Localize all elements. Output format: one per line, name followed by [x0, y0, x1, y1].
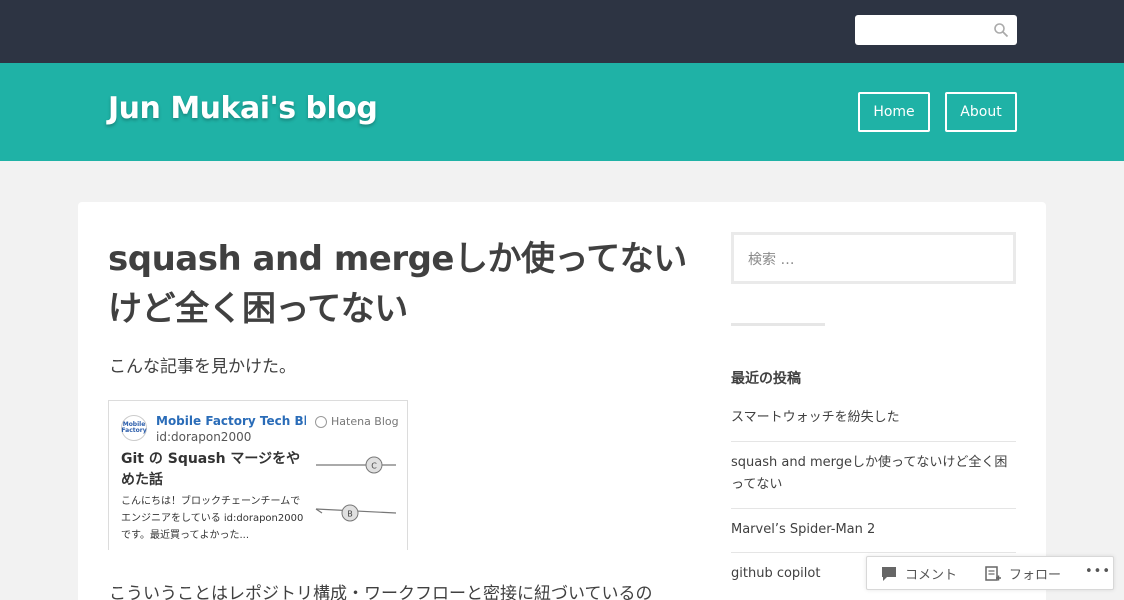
sidebar-search-input[interactable]: 検索 … [731, 232, 1016, 284]
recent-post-item[interactable]: squash and mergeしか使ってないけど全く困ってない [731, 442, 1016, 509]
thumb-node-b: B [347, 510, 353, 519]
comment-label: コメント [905, 568, 958, 583]
top-bar [0, 0, 1124, 63]
embed-article-title[interactable]: Git の Squash マージをやめた話 [121, 449, 301, 491]
embed-excerpt: こんにちは！ブロックチェーンチームでエンジニアをしている id:dorapon2… [121, 496, 304, 541]
follow-button[interactable]: フォロー [985, 564, 1061, 583]
embed-thumbnail: C B [315, 456, 397, 522]
thumb-node-c: C [371, 462, 377, 471]
top-search-input[interactable] [855, 15, 1017, 45]
post-intro: こんな記事を見かけた。 [109, 357, 296, 377]
blog-favicon: Mobile Factory [121, 415, 147, 441]
comment-button[interactable]: コメント [881, 564, 957, 583]
nav-about-button[interactable]: About [945, 92, 1017, 132]
follow-icon [985, 565, 1001, 581]
post-body-text: こういうことはレポジトリ構成・ワークフローと密接に紐づいているの [109, 584, 653, 600]
more-options-button[interactable]: ••• [1085, 564, 1111, 579]
embed-author: id:dorapon2000 [156, 430, 252, 444]
recent-post-item[interactable]: Marvel’s Spider-Man 2 [731, 509, 1016, 553]
action-bar: コメント フォロー ••• [866, 556, 1114, 590]
nav-home-button[interactable]: Home [858, 92, 930, 132]
sidebar-divider [731, 323, 825, 326]
hatena-label: Hatena Blog [331, 415, 399, 428]
hatena-icon [315, 415, 327, 428]
follow-label: フォロー [1009, 568, 1062, 583]
hatena-blog-logo: Hatena Blog [315, 415, 399, 428]
sidebar-search-placeholder: 検索 … [748, 252, 795, 268]
blog-card-embed[interactable]: Mobile Factory Mobile Factory Tech Bl...… [108, 400, 408, 550]
comment-icon [882, 566, 896, 581]
post-title: squash and mergeしか使ってないけど全く困ってない [108, 239, 687, 329]
site-title[interactable]: Jun Mukai's blog [108, 91, 378, 126]
recent-posts-title: 最近の投稿 [731, 371, 801, 387]
embed-blog-name[interactable]: Mobile Factory Tech Bl... [156, 414, 306, 428]
site-header: Jun Mukai's blog Home About [0, 63, 1124, 161]
recent-post-item[interactable]: スマートウォッチを紛失した [731, 398, 1016, 442]
search-icon[interactable] [993, 22, 1009, 38]
